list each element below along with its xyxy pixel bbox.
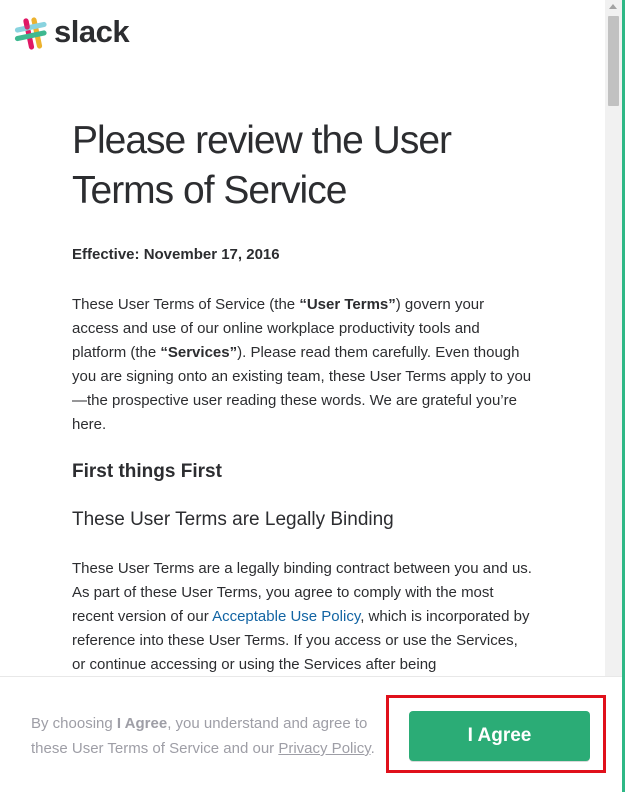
- slack-wordmark: slack: [54, 14, 130, 49]
- agreement-text-1: By choosing: [31, 715, 117, 732]
- slack-logo: slack: [14, 14, 130, 54]
- acceptable-use-policy-link[interactable]: Acceptable Use Policy: [212, 608, 360, 625]
- agreement-footer: By choosing I Agree, you understand and …: [0, 676, 622, 792]
- scroll-thumb[interactable]: [608, 16, 619, 106]
- i-agree-button[interactable]: I Agree: [409, 711, 590, 761]
- agreement-text: By choosing I Agree, you understand and …: [31, 711, 391, 761]
- intro-text-1: These User Terms of Service (the: [72, 296, 300, 313]
- vertical-scrollbar[interactable]: [605, 0, 622, 676]
- page-title: Please review the User Terms of Service: [72, 119, 452, 212]
- intro-bold-services: “Services”: [160, 344, 238, 361]
- section-heading: First things First: [72, 461, 222, 482]
- privacy-policy-link[interactable]: Privacy Policy: [278, 740, 370, 757]
- slack-hash-icon: [14, 17, 48, 51]
- subsection-heading: These User Terms are Legally Binding: [72, 509, 394, 530]
- terms-page: slack Please review the User Terms of Se…: [0, 0, 625, 792]
- agreement-bold-i-agree: I Agree: [116, 715, 168, 732]
- intro-paragraph: These User Terms of Service (the “User T…: [72, 293, 534, 437]
- agreement-text-3: .: [370, 740, 375, 757]
- effective-date: Effective: November 17, 2016: [72, 246, 280, 263]
- terms-scroll-area[interactable]: slack Please review the User Terms of Se…: [0, 0, 605, 676]
- intro-bold-user-terms: “User Terms”: [299, 296, 396, 313]
- scroll-up-arrow-icon[interactable]: [609, 4, 617, 9]
- binding-paragraph: These User Terms are a legally binding c…: [72, 557, 534, 676]
